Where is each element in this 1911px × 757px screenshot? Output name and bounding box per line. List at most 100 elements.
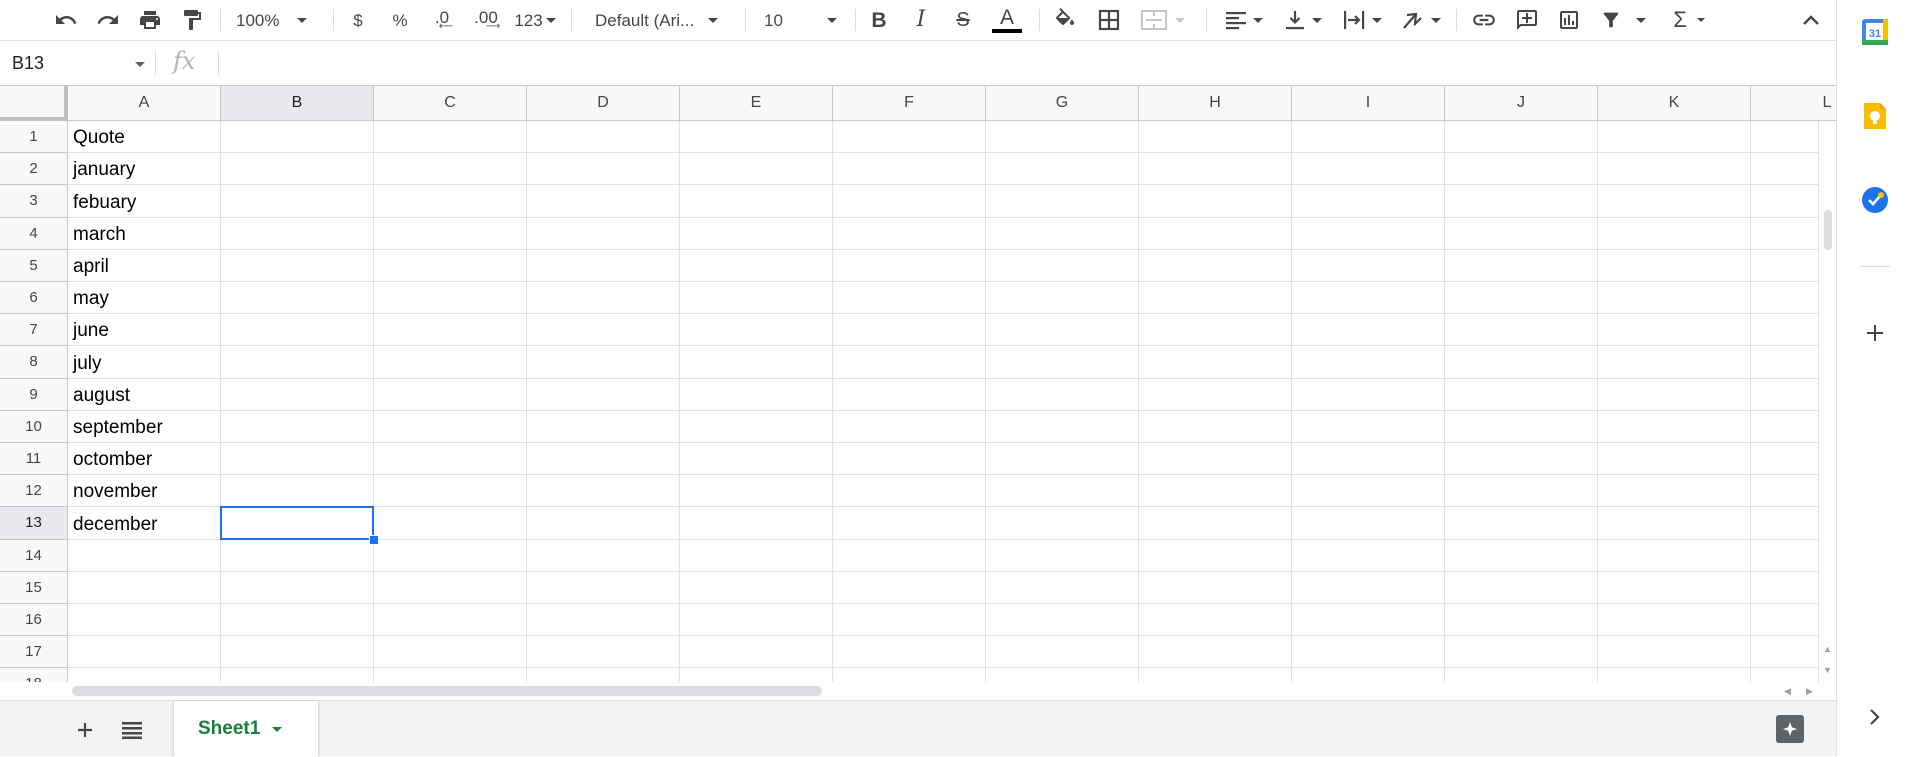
cell-j11[interactable]	[1445, 443, 1598, 476]
currency-format-button[interactable]: $	[346, 5, 370, 35]
cell-a3[interactable]: febuary	[68, 185, 221, 218]
cell-f12[interactable]	[833, 475, 986, 508]
cell-a6[interactable]: may	[68, 282, 221, 315]
formula-input[interactable]	[226, 41, 1726, 85]
column-header-l[interactable]: L	[1751, 86, 1836, 121]
cell-e11[interactable]	[680, 443, 833, 476]
column-header-k[interactable]: K	[1598, 86, 1751, 121]
cell-g3[interactable]	[986, 185, 1139, 218]
show-side-panel-button[interactable]	[1860, 702, 1890, 732]
scroll-left-icon[interactable]: ◀	[1784, 686, 1791, 697]
font-size-select[interactable]: 10	[764, 5, 846, 35]
cell-f11[interactable]	[833, 443, 986, 476]
cell-i2[interactable]	[1292, 153, 1445, 186]
cell-j1[interactable]	[1445, 121, 1598, 154]
cell-g16[interactable]	[986, 604, 1139, 637]
cell-a10[interactable]: september	[68, 410, 221, 443]
cell-e13[interactable]	[680, 507, 833, 540]
cell-d18[interactable]	[527, 668, 680, 682]
cell-d8[interactable]	[527, 346, 680, 379]
row-header-13[interactable]: 13	[0, 507, 68, 540]
text-rotation-button[interactable]	[1396, 5, 1446, 35]
cell-f8[interactable]	[833, 346, 986, 379]
column-header-f[interactable]: F	[833, 86, 986, 121]
cell-h5[interactable]	[1139, 249, 1292, 282]
cell-b10[interactable]	[221, 410, 374, 443]
name-box[interactable]: B13	[0, 41, 150, 85]
cell-i11[interactable]	[1292, 443, 1445, 476]
row-header-14[interactable]: 14	[0, 539, 68, 572]
cell-d6[interactable]	[527, 282, 680, 315]
row-header-11[interactable]: 11	[0, 443, 68, 476]
cell-f7[interactable]	[833, 314, 986, 347]
strikethrough-button[interactable]: S	[950, 5, 976, 35]
cell-i15[interactable]	[1292, 571, 1445, 604]
vertical-scrollbar[interactable]: ▲ ▼	[1818, 121, 1836, 682]
cell-c6[interactable]	[374, 282, 527, 315]
cell-d10[interactable]	[527, 410, 680, 443]
select-all-corner[interactable]	[0, 86, 68, 121]
cell-f15[interactable]	[833, 571, 986, 604]
cell-d14[interactable]	[527, 539, 680, 572]
vertical-align-button[interactable]	[1280, 5, 1326, 35]
cell-b8[interactable]	[221, 346, 374, 379]
cell-d2[interactable]	[527, 153, 680, 186]
cell-g12[interactable]	[986, 475, 1139, 508]
keep-button[interactable]	[1860, 101, 1890, 131]
insert-comment-button[interactable]	[1511, 5, 1543, 35]
cell-i1[interactable]	[1292, 121, 1445, 154]
cell-g8[interactable]	[986, 346, 1139, 379]
text-wrapping-button[interactable]	[1338, 5, 1386, 35]
cell-j18[interactable]	[1445, 668, 1598, 682]
cell-b13[interactable]	[221, 507, 374, 540]
tasks-button[interactable]	[1860, 185, 1890, 215]
cell-g2[interactable]	[986, 153, 1139, 186]
cell-h8[interactable]	[1139, 346, 1292, 379]
cell-a18[interactable]	[68, 668, 221, 682]
cell-g15[interactable]	[986, 571, 1139, 604]
row-header-10[interactable]: 10	[0, 410, 68, 443]
cell-f2[interactable]	[833, 153, 986, 186]
cell-g1[interactable]	[986, 121, 1139, 154]
cell-e1[interactable]	[680, 121, 833, 154]
insert-chart-button[interactable]	[1553, 5, 1585, 35]
cell-a15[interactable]	[68, 571, 221, 604]
cell-i12[interactable]	[1292, 475, 1445, 508]
cell-k5[interactable]	[1598, 249, 1751, 282]
cell-b1[interactable]	[221, 121, 374, 154]
cell-c4[interactable]	[374, 217, 527, 250]
cell-a2[interactable]: january	[68, 153, 221, 186]
cell-i6[interactable]	[1292, 282, 1445, 315]
cell-j5[interactable]	[1445, 249, 1598, 282]
cell-c14[interactable]	[374, 539, 527, 572]
cell-c17[interactable]	[374, 636, 527, 669]
scroll-up-icon[interactable]: ▲	[1823, 644, 1832, 654]
cell-c18[interactable]	[374, 668, 527, 682]
column-header-e[interactable]: E	[680, 86, 833, 121]
cell-e3[interactable]	[680, 185, 833, 218]
cell-g6[interactable]	[986, 282, 1139, 315]
cell-e4[interactable]	[680, 217, 833, 250]
cell-i8[interactable]	[1292, 346, 1445, 379]
cell-c7[interactable]	[374, 314, 527, 347]
font-family-select[interactable]: Default (Ari...	[595, 5, 735, 35]
cell-a12[interactable]: november	[68, 475, 221, 508]
cell-i7[interactable]	[1292, 314, 1445, 347]
row-header-1[interactable]: 1	[0, 121, 68, 154]
cell-a17[interactable]	[68, 636, 221, 669]
cell-j6[interactable]	[1445, 282, 1598, 315]
cell-b9[interactable]	[221, 378, 374, 411]
cell-a13[interactable]: december	[68, 507, 221, 540]
cell-e10[interactable]	[680, 410, 833, 443]
cell-a4[interactable]: march	[68, 217, 221, 250]
cell-k7[interactable]	[1598, 314, 1751, 347]
zoom-select[interactable]: 100%	[236, 5, 326, 35]
explore-button[interactable]	[1776, 715, 1804, 743]
cell-b17[interactable]	[221, 636, 374, 669]
cell-b18[interactable]	[221, 668, 374, 682]
cell-i17[interactable]	[1292, 636, 1445, 669]
cell-c3[interactable]	[374, 185, 527, 218]
row-header-8[interactable]: 8	[0, 346, 68, 379]
cell-k4[interactable]	[1598, 217, 1751, 250]
cell-i16[interactable]	[1292, 604, 1445, 637]
